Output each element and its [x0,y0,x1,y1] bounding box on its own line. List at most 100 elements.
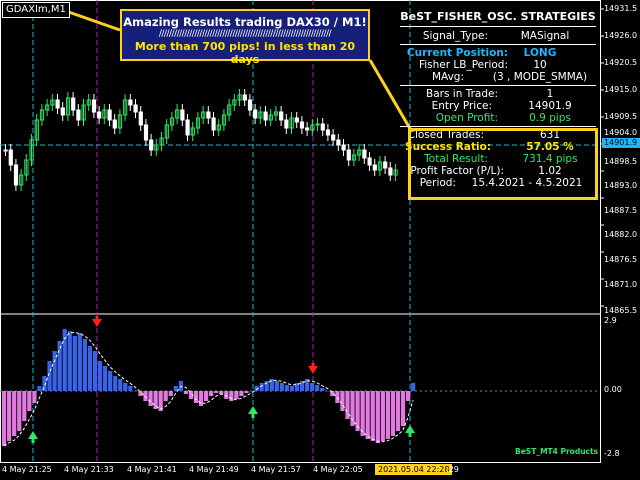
histogram-bar-positive [173,386,178,391]
fisher-histogram [2,329,416,446]
histogram-bar-positive [67,331,72,391]
histogram-bar-positive [97,361,103,391]
histogram-bar-positive [128,386,133,391]
price-axis-label: 14898.5 [604,157,638,166]
promo-divider: ////////////////////////////////////////… [158,29,332,39]
promo-headline: Amazing Results trading DAX30 / M1! [123,15,367,29]
histogram-bar-positive [259,383,264,391]
price-axis-label: 14887.5 [604,206,638,215]
current-position-row: Current Position: LONG [400,47,596,59]
candle-body [55,99,60,109]
histogram-bar-positive [310,383,315,391]
histogram-bar-negative [350,391,355,426]
histogram-bar-negative [209,391,214,396]
histogram-bar-positive [92,351,98,391]
candle-body [253,109,258,119]
candle-body [185,119,190,136]
histogram-bar-negative [340,391,345,411]
candle-body [331,134,336,141]
candle-body [346,149,351,161]
candle-body [149,139,154,151]
candle-body [299,121,305,129]
candlestick-series [3,89,398,191]
panel-divider [400,126,596,127]
time-axis-label: 4 May 21:57 [251,465,301,474]
candle-body [91,99,97,113]
signal-type-value: MASignal [520,30,570,42]
histogram-bar-positive [37,386,42,391]
buy-arrow-icon [28,431,38,439]
price-axis-label: 14893.0 [604,181,638,190]
buy-arrow-icon [408,432,412,437]
histogram-bar-negative [244,391,249,393]
histogram-bar-positive [118,379,123,391]
histogram-bar-positive [57,341,62,391]
histogram-bar-negative [198,391,204,406]
candle-body [128,99,133,106]
candle-body [305,127,310,131]
promo-banner: Amazing Results trading DAX30 / M1! ////… [120,9,370,66]
results-highlight-box [408,128,598,200]
candle-body [247,99,253,111]
price-axis-label: 14876.5 [604,255,638,264]
histogram-bar-negative [27,391,32,411]
histogram-bar-positive [325,391,330,392]
histogram-bar-negative [148,391,153,406]
buy-arrow-icon [251,413,255,418]
candle-body [294,117,299,123]
bars-in-trade-value: 1 [546,88,554,100]
candle-body [138,111,143,126]
candle-body [107,109,112,121]
mavg-label: MAvg: [431,71,464,83]
time-axis-label: 4 May 21:41 [127,465,177,474]
histogram-bar-positive [315,385,320,391]
candle-body [13,164,19,186]
histogram-bar-positive [108,371,113,391]
candle-body [206,111,211,119]
price-axis-label: 14904.0 [604,128,638,137]
histogram-bar-negative [143,391,148,401]
candle-body [211,117,216,131]
histogram-bar-positive [47,361,52,391]
entry-price-label: Entry Price: [431,100,492,112]
histogram-bar-negative [17,391,22,431]
price-axis-label: 14865.5 [604,306,638,315]
histogram-bar-positive [113,376,118,391]
panel-divider [400,44,596,45]
histogram-bar-positive [82,339,87,391]
sell-arrow-icon [311,363,315,367]
candle-body [388,167,393,176]
histogram-bar-positive [284,385,289,391]
histogram-bar-negative [219,391,224,394]
histogram-bar-positive [103,366,108,391]
price-axis-label: 14926.0 [604,31,638,40]
mavg-value: (3 , MODE_SMMA) [492,71,588,83]
open-profit-value: 0.9 pips [529,112,571,124]
histogram-bar-negative [7,391,12,441]
price-axis-label: 14920.5 [604,58,638,67]
panel-divider [400,85,596,86]
histogram-bar-positive [279,383,284,391]
osc-axis-label: -2.8 [604,449,620,458]
bars-in-trade-row: Bars in Trade: 1 [400,88,596,100]
signal-type-label: Signal_Type: [422,30,488,42]
histogram-bar-negative [375,391,380,443]
buy-arrow-icon [248,406,258,414]
sell-arrow-icon [92,319,102,327]
histogram-bar-positive [178,381,183,391]
histogram-bar-negative [234,391,239,399]
candle-body [76,109,81,121]
histogram-bar-negative [12,391,17,436]
mavg-row: MAvg: (3 , MODE_SMMA) [400,71,596,83]
histogram-bar-positive [77,333,82,391]
candle-body [336,139,341,146]
histogram-bar-negative [400,391,406,426]
buy-arrow-icon [405,425,415,433]
price-axis-label: 14909.5 [604,112,638,121]
candle-body [133,104,138,113]
histogram-bar-negative [193,391,199,403]
promo-subline: More than 700 pips! in less than 20 days [134,40,356,66]
entry-price-row: Entry Price: 14901.9 [400,100,596,112]
candle-body [263,111,268,121]
fisher-lb-value: 10 [533,59,547,71]
